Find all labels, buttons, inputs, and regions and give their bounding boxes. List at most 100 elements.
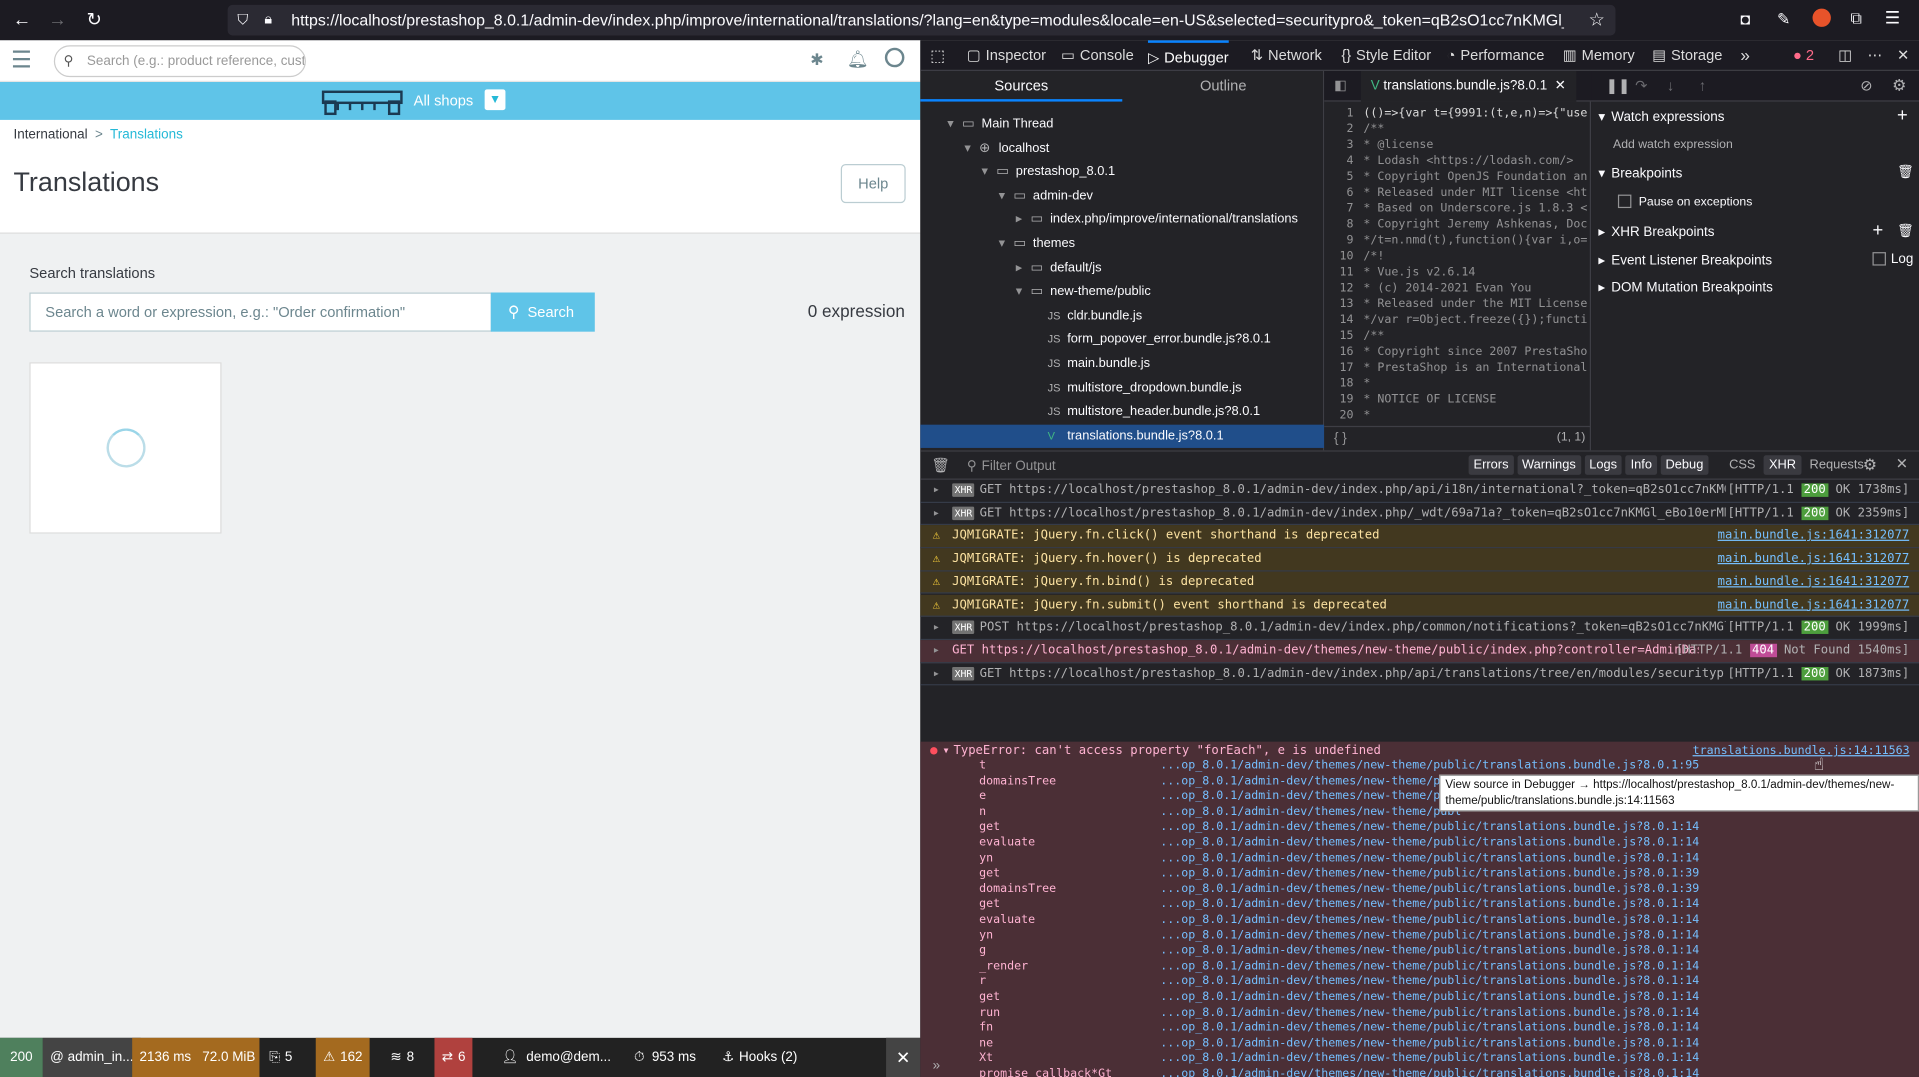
timing-memory[interactable]: 2136 ms 72.0 MiB	[132, 1037, 260, 1077]
tree-item[interactable]: ▸ ▭ index.php/improve/international/transl…	[920, 209, 1324, 233]
debug-icon[interactable]: ✱	[810, 50, 823, 70]
file-tab[interactable]: Vtranslations.bundle.js?8.0.1 ✕	[1360, 70, 1576, 102]
console-row[interactable]: ⚠ JQMIGRATE: jQuery.fn.hover() is depreca…	[920, 548, 1919, 572]
deactivate-breakpoints-icon[interactable]: ⊘	[1860, 77, 1872, 94]
tree-item[interactable]: JS form_popover_error.bundle.js?8.0.1	[920, 328, 1324, 352]
dock-icon[interactable]: ◫	[1838, 40, 1852, 71]
more-tabs-icon[interactable]: »	[1740, 40, 1750, 71]
tree-item[interactable]: JS main.bundle.js	[920, 352, 1324, 376]
tree-item[interactable]: ▾ ▭ prestashop_8.0.1	[920, 161, 1324, 185]
stack-frame[interactable]: get ...op_8.0.1/admin-dev/themes/new-them…	[920, 990, 1919, 1005]
tab-debugger[interactable]: ▷ Debugger	[1147, 40, 1229, 71]
add-xhr-breakpoint-icon[interactable]: +	[1872, 220, 1883, 241]
stack-frame[interactable]: r ...op_8.0.1/admin-dev/themes/new-theme/…	[920, 975, 1919, 990]
stack-frame[interactable]: Xt ...op_8.0.1/admin-dev/themes/new-theme…	[920, 1052, 1919, 1067]
ps-search-input[interactable]: Search (e.g.: product reference, custon	[53, 45, 306, 78]
step-in-icon[interactable]: ↓	[1667, 77, 1674, 94]
console-input-prompt-icon[interactable]: »	[933, 1059, 940, 1074]
tab-network[interactable]: ⇅ Network	[1251, 40, 1322, 71]
help-button[interactable]: Help	[840, 163, 906, 204]
console-row[interactable]: ▸ XHR POST https://localhost/prestashop_8.…	[920, 617, 1919, 640]
notifications-bell-icon[interactable]: 🔔︎	[847, 49, 869, 70]
stack-source[interactable]: ...op_8.0.1/admin-dev/themes/new-theme/p…	[1160, 805, 1461, 820]
delete-breakpoints-icon[interactable]: 🗑︎	[1897, 164, 1914, 180]
stack-source[interactable]: ...op_8.0.1/admin-dev/themes/new-theme/p…	[1160, 882, 1699, 897]
search-button[interactable]: ⚲ Search	[490, 292, 595, 332]
shield-icon[interactable]: ⛉	[237, 11, 248, 29]
error-message[interactable]: ● ▾ TypeError: can't access property "forE…	[930, 744, 1381, 757]
stack-source[interactable]: ...op_8.0.1/admin-dev/themes/new-theme/p…	[1160, 959, 1699, 974]
settings-icon[interactable]: ⚙	[1892, 76, 1906, 96]
stack-frame[interactable]: domainsTree ...op_8.0.1/admin-dev/themes/…	[920, 882, 1919, 897]
route-user[interactable]: @ admin_in...	[42, 1037, 141, 1077]
watch-expressions-header[interactable]: ▾ Watch expressions	[1598, 109, 1724, 125]
step-out-icon[interactable]: ↑	[1699, 77, 1706, 94]
stack-source[interactable]: ...op_8.0.1/admin-dev/themes/new-theme/p…	[1160, 774, 1461, 789]
checkbox[interactable]	[1617, 194, 1632, 209]
cache-count[interactable]: ≋ 8	[383, 1038, 421, 1077]
filter-output-input[interactable]: ⚲ Filter Output	[967, 458, 1056, 474]
filter-requests[interactable]: Requests	[1805, 455, 1869, 475]
stack-source[interactable]: ...op_8.0.1/admin-dev/themes/new-theme/p…	[1160, 759, 1699, 774]
account-icon[interactable]	[884, 47, 905, 68]
tree-item[interactable]: ▾ ▭ new-theme/public	[920, 280, 1324, 304]
error-counter[interactable]: ● 2	[1793, 40, 1814, 71]
dom-mutation-breakpoints-header[interactable]: ▸ DOM Mutation Breakpoints	[1598, 279, 1773, 295]
tree-item[interactable]: JS cldr.bundle.js	[920, 304, 1324, 328]
stack-source[interactable]: ...op_8.0.1/admin-dev/themes/new-theme/p…	[1160, 1006, 1699, 1021]
toggle-sources-icon[interactable]: ◧	[1334, 77, 1347, 93]
stack-source[interactable]: ...op_8.0.1/admin-dev/themes/new-theme/p…	[1160, 1036, 1699, 1051]
stack-frame[interactable]: get ...op_8.0.1/admin-dev/themes/new-them…	[920, 898, 1919, 913]
pause-icon[interactable]: ❚❚	[1606, 77, 1631, 94]
close-toolbar-icon[interactable]: ✕	[886, 1037, 921, 1077]
extension-red-icon[interactable]	[1812, 8, 1831, 27]
stack-source[interactable]: ...op_8.0.1/admin-dev/themes/new-theme/p…	[1160, 944, 1699, 959]
tab-outline[interactable]: Outline	[1122, 71, 1324, 102]
reload-icon[interactable]: ↻	[81, 7, 108, 34]
checkbox[interactable]	[1872, 252, 1886, 266]
translations-count[interactable]: ⇄ 6	[434, 1037, 473, 1077]
events-count[interactable]: ⎘ 5	[262, 1038, 300, 1077]
clear-console-icon[interactable]: 🗑︎	[931, 456, 950, 473]
filter-errors[interactable]: Errors	[1468, 455, 1514, 475]
logs-count[interactable]: ⚠ 162	[315, 1037, 370, 1077]
console-row[interactable]: ▸ GET https://localhost/prestashop_8.0.1/…	[920, 639, 1919, 663]
stack-frame[interactable]: evaluate ...op_8.0.1/admin-dev/themes/new…	[920, 913, 1919, 928]
breakpoints-header[interactable]: ▾ Breakpoints	[1598, 165, 1682, 181]
tree-item[interactable]: ▾ ⊕ localhost	[920, 137, 1324, 161]
extensions-icon[interactable]: ⧉	[1850, 9, 1861, 29]
tab-style-editor[interactable]: {} Style Editor	[1341, 40, 1431, 71]
stack-source[interactable]: ...op_8.0.1/admin-dev/themes/new-theme/p…	[1160, 928, 1699, 943]
stack-source[interactable]: ...op_8.0.1/admin-dev/themes/new-theme/p…	[1160, 990, 1699, 1005]
event-listener-breakpoints-header[interactable]: ▸ Event Listener Breakpoints	[1598, 252, 1772, 268]
stack-frame[interactable]: fn ...op_8.0.1/admin-dev/themes/new-theme…	[920, 1021, 1919, 1036]
stack-source[interactable]: ...op_8.0.1/admin-dev/themes/new-theme/p…	[1160, 1052, 1699, 1067]
stack-source[interactable]: ...op_8.0.1/admin-dev/themes/new-theme/p…	[1160, 1021, 1699, 1036]
console-row[interactable]: ⚠ JQMIGRATE: jQuery.fn.submit() event sho…	[920, 594, 1919, 618]
stack-frame[interactable]: get ...op_8.0.1/admin-dev/themes/new-them…	[920, 867, 1919, 882]
stack-frame[interactable]: get ...op_8.0.1/admin-dev/themes/new-them…	[920, 820, 1919, 835]
tree-item[interactable]: ▾ ▭ Main Thread	[920, 113, 1324, 137]
filter-css[interactable]: CSS	[1724, 455, 1760, 475]
console-row[interactable]: ▸ XHR GET https://localhost/prestashop_8.0…	[920, 663, 1919, 686]
stack-source[interactable]: ...op_8.0.1/admin-dev/themes/new-theme/p…	[1160, 790, 1461, 805]
tab-sources[interactable]: Sources	[920, 71, 1123, 102]
hooks-count[interactable]: ⚓︎ Hooks (2)	[715, 1038, 805, 1077]
breadcrumb-item[interactable]: International	[13, 127, 87, 142]
tree-item[interactable]: ▸ ▭ default/js	[920, 257, 1324, 281]
wrench-icon[interactable]: ✎	[1777, 10, 1790, 30]
tree-item[interactable]: ▾ ▭ themes	[920, 233, 1324, 257]
stack-frame[interactable]: evaluate ...op_8.0.1/admin-dev/themes/new…	[920, 836, 1919, 851]
element-picker-icon[interactable]: ⬚	[930, 40, 945, 71]
console-source[interactable]: main.bundle.js:1641:312077	[1718, 526, 1910, 549]
tree-item[interactable]: ▾ ▭ admin-dev	[920, 185, 1324, 209]
close-tab-icon[interactable]: ✕	[1555, 78, 1566, 93]
filter-xhr[interactable]: XHR	[1764, 455, 1801, 475]
stack-frame[interactable]: _render ...op_8.0.1/admin-dev/themes/new-…	[920, 959, 1919, 974]
stack-source[interactable]: ...op_8.0.1/admin-dev/themes/new-theme/p…	[1160, 1067, 1699, 1077]
filter-debug[interactable]: Debug	[1660, 455, 1709, 475]
ajax-timing[interactable]: ⏱︎ 953 ms	[627, 1038, 704, 1077]
tab-inspector[interactable]: ▢ Inspector	[967, 40, 1046, 71]
console-source[interactable]: main.bundle.js:1641:312077	[1718, 571, 1910, 594]
stack-source[interactable]: ...op_8.0.1/admin-dev/themes/new-theme/p…	[1160, 898, 1699, 913]
